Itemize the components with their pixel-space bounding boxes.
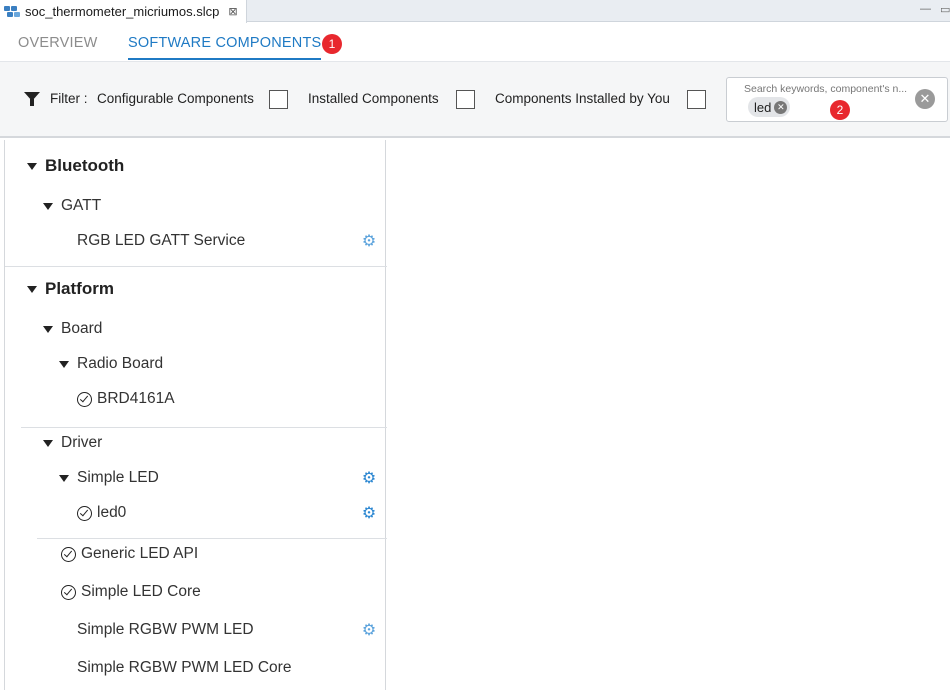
expand-icon[interactable] xyxy=(43,439,53,447)
group-label: Simple LED xyxy=(77,469,159,486)
tree-item-simple-rgbw-pwm-led-core[interactable]: Simple RGBW PWM LED Core xyxy=(77,659,291,677)
item-label: Simple RGBW PWM LED Core xyxy=(77,659,292,676)
editor-tab-strip: soc_thermometer_micriumos.slcp ⊠ — ▭ xyxy=(0,0,950,23)
tree-category-platform[interactable]: Platform xyxy=(27,279,114,299)
filter-label: Filter : xyxy=(50,91,88,106)
close-tab-icon[interactable]: ⊠ xyxy=(228,5,237,18)
remove-chip-icon[interactable]: ✕ xyxy=(774,100,788,114)
expand-icon[interactable] xyxy=(27,162,37,170)
tree-category-bluetooth[interactable]: Bluetooth xyxy=(27,156,124,176)
tree-item-led0[interactable]: led0 xyxy=(77,504,126,522)
tree-item-simple-rgbw-pwm-led[interactable]: Simple RGBW PWM LED xyxy=(77,621,254,639)
editor-tab-filename: soc_thermometer_micriumos.slcp xyxy=(25,4,220,19)
component-details-pane xyxy=(387,140,950,690)
expand-icon[interactable] xyxy=(43,325,53,333)
installed-check-icon xyxy=(77,505,92,521)
filter-installed-checkbox[interactable] xyxy=(456,90,475,109)
tree-group-gatt[interactable]: GATT xyxy=(43,197,101,215)
tree-item-simple-led-core[interactable]: Simple LED Core xyxy=(61,583,201,601)
configure-gear-icon[interactable]: ⚙ xyxy=(361,471,377,487)
installed-check-icon xyxy=(61,546,76,562)
active-tab-underline xyxy=(128,58,322,60)
configure-gear-icon[interactable]: ⚙ xyxy=(361,234,377,250)
tab-overview[interactable]: OVERVIEW xyxy=(18,35,98,51)
tree-group-driver[interactable]: Driver xyxy=(43,434,102,452)
item-label: RGB LED GATT Service xyxy=(77,232,246,249)
maximize-icon[interactable]: ▭ xyxy=(940,3,950,16)
page-tabs: OVERVIEW SOFTWARE COMPONENTS 1 xyxy=(0,23,950,62)
group-label: Board xyxy=(61,320,103,337)
installed-check-icon xyxy=(77,391,92,407)
filter-installed-by-you-checkbox[interactable] xyxy=(687,90,706,109)
tab-software-components-label: SOFTWARE COMPONENTS xyxy=(128,35,322,51)
annotation-badge-1: 1 xyxy=(322,34,342,54)
project-file-icon xyxy=(4,5,20,19)
tree-group-board[interactable]: Board xyxy=(43,320,102,338)
tab-software-components[interactable]: SOFTWARE COMPONENTS xyxy=(128,35,322,60)
filter-icon-stem xyxy=(30,99,34,106)
search-placeholder: Search keywords, component's n... xyxy=(744,83,908,95)
expand-icon[interactable] xyxy=(59,360,69,368)
item-label: Simple RGBW PWM LED xyxy=(77,621,254,638)
divider xyxy=(37,538,387,539)
search-chip-label: led xyxy=(754,99,772,115)
filter-installed-by-you-label: Components Installed by You xyxy=(495,91,670,106)
tree-item-brd4161a[interactable]: BRD4161A xyxy=(77,390,175,408)
component-tree: Bluetooth GATT RGB LED GATT Service ⚙ Pl… xyxy=(4,140,387,690)
item-label: Generic LED API xyxy=(81,545,199,562)
filter-installed-label: Installed Components xyxy=(308,91,439,106)
expand-icon[interactable] xyxy=(59,474,69,482)
tree-item-rgb-led-gatt-service[interactable]: RGB LED GATT Service xyxy=(77,232,245,250)
expand-icon[interactable] xyxy=(27,285,37,293)
tree-item-generic-led-api[interactable]: Generic LED API xyxy=(61,545,198,563)
divider xyxy=(21,427,387,428)
item-label: BRD4161A xyxy=(97,390,175,407)
tree-group-radio-board[interactable]: Radio Board xyxy=(59,355,163,373)
filter-bar: Filter : Configurable Components Install… xyxy=(0,62,950,138)
configure-gear-icon[interactable]: ⚙ xyxy=(361,623,377,639)
configure-gear-icon[interactable]: ⚙ xyxy=(361,506,377,522)
search-chip[interactable]: led ✕ xyxy=(748,97,791,117)
tree-group-simple-led[interactable]: Simple LED xyxy=(59,469,159,487)
minimize-icon[interactable]: — xyxy=(920,3,931,15)
filter-configurable-checkbox[interactable] xyxy=(269,90,288,109)
editor-tab[interactable]: soc_thermometer_micriumos.slcp ⊠ xyxy=(0,0,247,23)
filter-configurable-label: Configurable Components xyxy=(97,91,254,106)
group-label: Radio Board xyxy=(77,355,164,372)
clear-search-icon[interactable]: ✕ xyxy=(915,89,935,109)
installed-check-icon xyxy=(61,584,76,600)
divider xyxy=(5,266,387,267)
expand-icon[interactable] xyxy=(43,202,53,210)
annotation-badge-2: 2 xyxy=(830,100,850,120)
group-label: Driver xyxy=(61,434,103,451)
category-label: Platform xyxy=(45,279,114,298)
group-label: GATT xyxy=(61,197,102,214)
item-label: led0 xyxy=(97,504,127,521)
item-label: Simple LED Core xyxy=(81,583,201,600)
category-label: Bluetooth xyxy=(45,156,125,175)
